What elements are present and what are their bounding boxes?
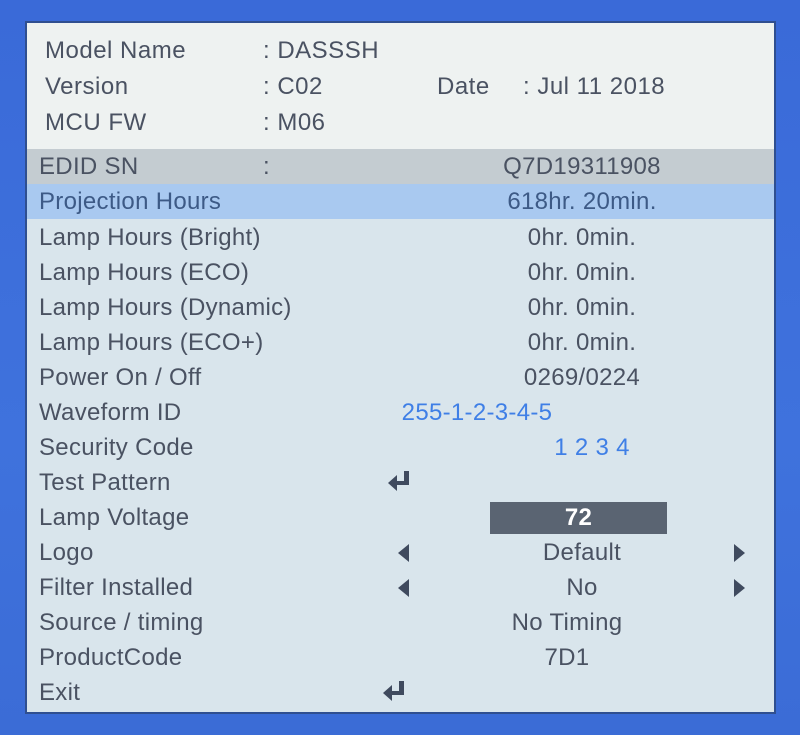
row-value: 7D1: [544, 644, 590, 671]
row-power-on-off[interactable]: Power On / Off 0269/0224: [27, 360, 774, 395]
info-header: Model Name : DASSSH Version : C02 Date :…: [27, 23, 774, 149]
row-filter-installed[interactable]: Filter Installed No: [27, 570, 774, 605]
row-value: 0269/0224: [523, 364, 641, 391]
row-value: No: [566, 574, 598, 601]
row-label: Source / timing: [39, 609, 204, 636]
row-lamp-hours-bright[interactable]: Lamp Hours (Bright) 0hr. 0min.: [27, 220, 774, 255]
row-value: Default: [542, 539, 622, 566]
enter-icon[interactable]: [379, 678, 409, 706]
mcu-fw-label: MCU FW: [45, 109, 147, 136]
arrow-right-icon[interactable]: [734, 579, 745, 597]
row-label: Lamp Hours (ECO): [39, 259, 250, 286]
date-value: : Jul 11 2018: [523, 73, 666, 100]
row-test-pattern[interactable]: Test Pattern: [27, 465, 774, 500]
row-label: EDID SN: [39, 153, 139, 180]
version-label: Version: [45, 73, 129, 100]
mcu-fw-value: : M06: [263, 109, 326, 136]
row-label: Security Code: [39, 434, 194, 461]
row-label: Lamp Voltage: [39, 504, 190, 531]
row-value: 618hr. 20min.: [507, 188, 657, 215]
row-label: Lamp Hours (Dynamic): [39, 294, 292, 321]
row-label: Waveform ID: [39, 399, 182, 426]
row-value: 0hr. 0min.: [527, 329, 637, 356]
row-waveform-id[interactable]: Waveform ID 255-1-2-3-4-5: [27, 395, 774, 430]
row-value: 0hr. 0min.: [527, 224, 637, 251]
date-label: Date: [437, 73, 490, 100]
service-info-panel: Model Name : DASSSH Version : C02 Date :…: [25, 21, 776, 714]
row-lamp-voltage[interactable]: Lamp Voltage 72: [27, 500, 774, 535]
row-label: ProductCode: [39, 644, 183, 671]
row-label: Exit: [39, 679, 81, 706]
row-value: 0hr. 0min.: [527, 294, 637, 321]
row-security-code[interactable]: Security Code 1 2 3 4: [27, 430, 774, 465]
row-label: Projection Hours: [39, 188, 222, 215]
row-value: 255-1-2-3-4-5: [401, 399, 553, 426]
row-label: Logo: [39, 539, 94, 566]
row-lamp-hours-dynamic[interactable]: Lamp Hours (Dynamic) 0hr. 0min.: [27, 290, 774, 325]
row-projection-hours[interactable]: Projection Hours 618hr. 20min.: [27, 184, 774, 219]
row-value: No Timing: [511, 609, 623, 636]
row-exit[interactable]: Exit: [27, 675, 774, 710]
version-value: : C02: [263, 73, 323, 100]
row-product-code[interactable]: ProductCode 7D1: [27, 640, 774, 675]
row-lamp-hours-eco-plus[interactable]: Lamp Hours (ECO+) 0hr. 0min.: [27, 325, 774, 360]
enter-icon[interactable]: [384, 468, 414, 496]
row-label: Filter Installed: [39, 574, 194, 601]
row-label: Power On / Off: [39, 364, 202, 391]
row-value: 0hr. 0min.: [527, 259, 637, 286]
row-label: Lamp Hours (ECO+): [39, 329, 264, 356]
row-value: 1 2 3 4: [554, 434, 630, 461]
row-lamp-hours-eco[interactable]: Lamp Hours (ECO) 0hr. 0min.: [27, 255, 774, 290]
arrow-right-icon[interactable]: [734, 544, 745, 562]
row-source-timing[interactable]: Source / timing No Timing: [27, 605, 774, 640]
row-label: Test Pattern: [39, 469, 171, 496]
row-edid-sn: EDID SN : Q7D19311908: [27, 149, 774, 184]
row-logo[interactable]: Logo Default: [27, 535, 774, 570]
model-name-label: Model Name: [45, 37, 187, 64]
lamp-voltage-value: 72: [490, 502, 667, 534]
row-separator: :: [263, 153, 270, 180]
model-name-value: : DASSSH: [263, 37, 380, 64]
row-label: Lamp Hours (Bright): [39, 224, 261, 251]
row-value: Q7D19311908: [503, 153, 661, 180]
